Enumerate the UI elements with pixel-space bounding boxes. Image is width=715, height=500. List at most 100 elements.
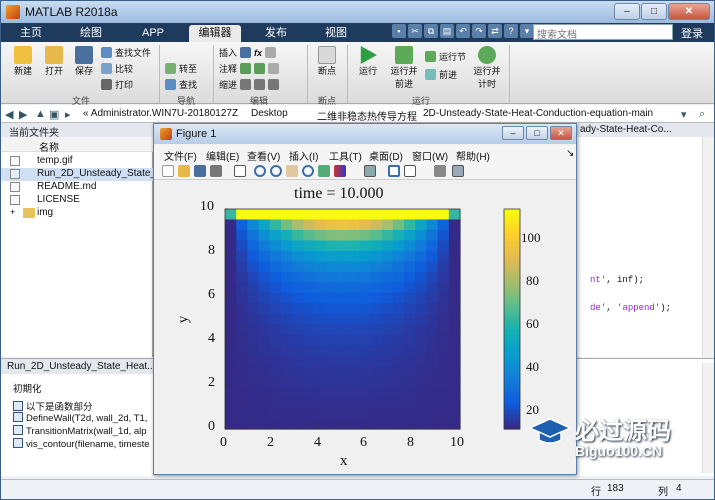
save-button[interactable]: 保存 xyxy=(69,46,99,77)
name-column-header[interactable]: 名称 xyxy=(1,137,153,154)
details-item[interactable]: 以下是函数部分 xyxy=(13,399,163,413)
zoom-in-icon[interactable] xyxy=(254,165,266,177)
close-button[interactable]: ✕ xyxy=(668,3,710,20)
increase-indent-icon[interactable] xyxy=(254,79,266,90)
edit-plot-icon[interactable] xyxy=(234,165,246,177)
command-scrollbar[interactable] xyxy=(702,363,714,473)
figure-maximize-button[interactable]: □ xyxy=(526,126,548,140)
new-button[interactable]: 新建 xyxy=(7,46,39,77)
heatmap-chart[interactable] xyxy=(154,181,576,474)
hide-plot-tools-icon[interactable] xyxy=(434,165,446,177)
editor-tab[interactable]: ady-State-Heat-Co... xyxy=(576,123,714,137)
expand-icon[interactable]: + xyxy=(10,207,15,217)
new-figure-icon[interactable] xyxy=(162,165,174,177)
code-line[interactable]: de', 'append'); xyxy=(590,303,671,313)
cut-quick-icon[interactable]: ✂ xyxy=(408,24,422,38)
menu-view[interactable]: 查看(V) xyxy=(247,148,280,163)
find-files-button[interactable]: 查找文件 xyxy=(101,46,151,59)
insert-button[interactable]: 插入 fx xyxy=(219,46,277,59)
figure-close-button[interactable]: ✕ xyxy=(550,126,572,140)
customize-quick-icon[interactable]: ▾ xyxy=(520,24,534,38)
insert-colorbar-icon[interactable] xyxy=(388,165,400,177)
advance-button[interactable]: 前进 xyxy=(425,68,457,81)
minimize-button[interactable]: – xyxy=(614,3,640,20)
decrease-indent-icon[interactable] xyxy=(268,79,280,90)
copy-quick-icon[interactable]: ⧉ xyxy=(424,24,438,38)
search-folder-icon[interactable]: ⌕ xyxy=(699,108,705,121)
menu-tools[interactable]: 工具(T) xyxy=(329,148,362,163)
back-icon[interactable]: ◀ xyxy=(5,108,13,121)
figure-minimize-button[interactable]: – xyxy=(502,126,524,140)
link-plot-icon[interactable] xyxy=(364,165,376,177)
uncomment-icon[interactable] xyxy=(254,63,266,74)
details-item[interactable]: DefineWall(T2d, wall_2d, T1, xyxy=(13,412,163,424)
pan-hand-icon[interactable] xyxy=(286,165,298,177)
path-segment[interactable]: Desktop xyxy=(251,108,288,119)
file-item[interactable]: temp.gif xyxy=(1,155,153,168)
menu-window[interactable]: 窗口(W) xyxy=(412,148,448,163)
undo-quick-icon[interactable]: ↶ xyxy=(456,24,470,38)
forward-icon[interactable]: ▶ xyxy=(19,108,27,121)
run-advance-button[interactable]: 运行并前进 xyxy=(387,46,421,90)
wrap-comment-icon[interactable] xyxy=(268,63,280,74)
data-cursor-icon[interactable] xyxy=(318,165,330,177)
find-button[interactable]: 查找 xyxy=(165,78,197,91)
zoom-out-icon[interactable] xyxy=(270,165,282,177)
switch-windows-icon[interactable]: ⇄ xyxy=(488,24,502,38)
file-item[interactable]: LICENSE xyxy=(1,194,153,207)
compare-button[interactable]: 比较 xyxy=(101,62,133,75)
search-icon[interactable]: ⌕ xyxy=(664,26,670,37)
details-item[interactable]: vis_contour(filename, timeste xyxy=(13,438,163,450)
search-input[interactable]: 搜索文档 xyxy=(533,24,673,41)
show-plot-tools-icon[interactable] xyxy=(452,165,464,177)
save-figure-icon[interactable] xyxy=(194,165,206,177)
tab-publish[interactable]: 发布 xyxy=(256,25,296,42)
indent-button[interactable]: 缩进 xyxy=(219,78,280,91)
rotate-3d-icon[interactable] xyxy=(302,165,314,177)
menu-insert[interactable]: 插入(I) xyxy=(289,148,318,163)
help-quick-icon[interactable]: ? xyxy=(504,24,518,38)
file-item[interactable]: Run_2D_Unsteady_State_He... xyxy=(1,168,153,181)
login-link[interactable]: 登录 xyxy=(681,25,703,41)
folder-item[interactable]: + img xyxy=(1,207,153,220)
menu-file[interactable]: 文件(F) xyxy=(164,148,197,163)
folder-nav-icon[interactable]: ▸ xyxy=(65,108,71,121)
insert-legend-icon[interactable] xyxy=(404,165,416,177)
tab-plots[interactable]: 绘图 xyxy=(71,25,111,42)
file-item[interactable]: README.md xyxy=(1,181,153,194)
save-quick-icon[interactable]: ▪ xyxy=(392,24,406,38)
run-section-button[interactable]: 运行节 xyxy=(425,50,466,63)
breakpoints-button[interactable]: 断点 xyxy=(311,46,343,77)
open-file-icon[interactable] xyxy=(178,165,190,177)
brush-icon[interactable] xyxy=(334,165,346,177)
browse-folder-icon[interactable]: ▣ xyxy=(49,108,59,121)
details-item[interactable]: TransitionMatrix(wall_1d, alp xyxy=(13,425,163,437)
comment-button[interactable]: 注释 xyxy=(219,62,280,75)
print-button[interactable]: 打印 xyxy=(101,78,133,91)
redo-quick-icon[interactable]: ↷ xyxy=(472,24,486,38)
menu-help[interactable]: 帮助(H) xyxy=(456,148,490,163)
tab-view[interactable]: 视图 xyxy=(316,25,356,42)
path-segment[interactable]: 二维非稳态热传导方程 xyxy=(317,108,417,123)
goto-button[interactable]: 转至 xyxy=(165,62,197,75)
address-dropdown-icon[interactable]: ▾ xyxy=(681,108,687,121)
tab-home[interactable]: 主页 xyxy=(11,25,51,42)
paste-quick-icon[interactable]: ▤ xyxy=(440,24,454,38)
tab-editor[interactable]: 编辑器 xyxy=(189,25,241,42)
insert-more-icon[interactable] xyxy=(265,47,277,58)
up-folder-icon[interactable]: ▲ xyxy=(35,108,46,120)
editor-scrollbar[interactable] xyxy=(702,137,714,357)
path-segment[interactable]: « Administrator.WIN7U-20180127Z xyxy=(83,108,238,119)
code-line[interactable]: nt', inf); xyxy=(590,275,644,285)
tab-apps[interactable]: APP xyxy=(133,25,173,42)
menu-desktop[interactable]: 桌面(D) xyxy=(369,148,403,163)
open-button[interactable]: 打开 xyxy=(39,46,69,77)
path-segment[interactable]: 2D-Unsteady-State-Heat-Conduction-equati… xyxy=(423,108,653,119)
menu-dock-icon[interactable]: ↘ xyxy=(566,148,574,159)
fx-icon[interactable]: fx xyxy=(254,48,262,58)
run-button[interactable]: 运行 xyxy=(353,46,383,77)
run-time-button[interactable]: 运行并计时 xyxy=(471,46,503,90)
maximize-button[interactable]: □ xyxy=(641,3,667,20)
print-figure-icon[interactable] xyxy=(210,165,222,177)
menu-edit[interactable]: 编辑(E) xyxy=(206,148,239,163)
